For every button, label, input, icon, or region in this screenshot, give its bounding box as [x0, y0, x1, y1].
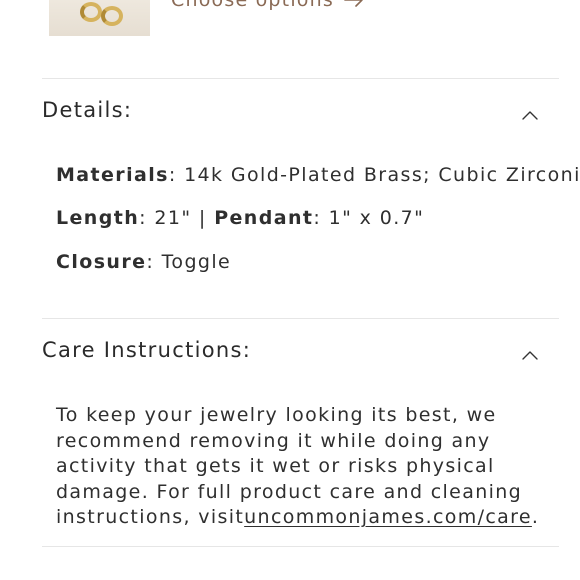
pendant-value: : 1" x 0.7": [313, 207, 425, 229]
closure-label: Closure: [56, 251, 147, 273]
pendant-label: Pendant: [214, 207, 314, 229]
arrow-right-icon: [344, 0, 363, 7]
care-instructions-heading[interactable]: Care Instructions:: [42, 338, 251, 362]
materials-line: Materials: 14k Gold-Plated Brass; Cubic …: [56, 164, 580, 186]
earring-hoop-image: [80, 2, 102, 22]
materials-label: Materials: [56, 164, 169, 186]
care-link[interactable]: uncommonjames.com/care: [244, 506, 532, 528]
materials-value: : 14k Gold-Plated Brass; Cubic Zirconia: [168, 164, 580, 186]
care-trailing: .: [531, 506, 540, 529]
section-divider: [42, 318, 559, 319]
choose-options-label: Choose options: [171, 0, 334, 11]
length-value: : 21" |: [139, 207, 215, 229]
chevron-up-icon[interactable]: [521, 349, 539, 361]
choose-options-link[interactable]: Choose options: [171, 0, 364, 11]
section-divider: [42, 546, 559, 547]
chevron-up-icon[interactable]: [521, 109, 539, 121]
closure-value: : Toggle: [146, 251, 232, 273]
care-instructions-text: To keep your jewelry looking its best, w…: [56, 403, 556, 531]
length-label: Length: [56, 207, 140, 229]
section-divider: [42, 78, 559, 79]
earring-hoop-image: [101, 6, 123, 26]
details-heading[interactable]: Details:: [42, 98, 132, 122]
closure-line: Closure: Toggle: [56, 251, 231, 273]
length-line: Length: 21" | Pendant: 1" x 0.7": [56, 207, 424, 229]
product-thumbnail[interactable]: [49, 0, 150, 36]
